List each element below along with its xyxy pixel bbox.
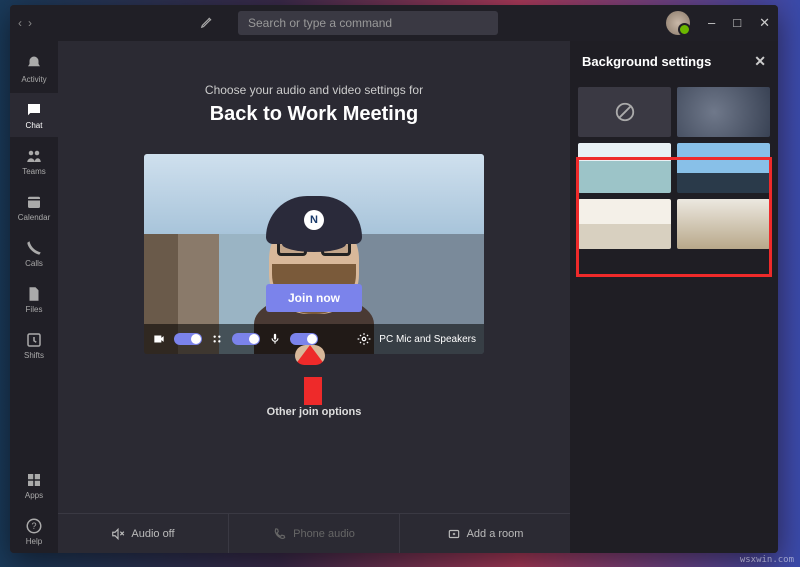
option-label: Phone audio — [293, 528, 355, 540]
mic-toggle[interactable] — [290, 333, 318, 345]
rail-chat[interactable]: Chat — [10, 93, 58, 137]
rail-activity[interactable]: Activity — [10, 47, 58, 91]
rail-label: Chat — [26, 121, 43, 130]
new-message-icon[interactable] — [200, 15, 214, 32]
camera-icon — [152, 332, 166, 346]
rail-calendar[interactable]: Calendar — [10, 185, 58, 229]
bg-option-image-4[interactable] — [677, 199, 770, 249]
profile-avatar[interactable] — [666, 11, 690, 35]
camera-toggle[interactable] — [174, 333, 202, 345]
search-placeholder: Search or type a command — [248, 16, 392, 30]
annotation-arrow — [298, 377, 322, 405]
meeting-title: Back to Work Meeting — [210, 103, 419, 126]
bg-option-image-1[interactable] — [578, 143, 671, 193]
background-grid — [570, 81, 778, 255]
option-audio-off[interactable]: Audio off — [58, 514, 229, 553]
rail-help[interactable]: ? Help — [10, 509, 58, 553]
bg-option-image-3[interactable] — [578, 199, 671, 249]
option-label: Audio off — [131, 528, 174, 540]
option-phone-audio[interactable]: Phone audio — [229, 514, 400, 553]
close-button[interactable]: ✕ — [759, 15, 770, 31]
background-effects-icon — [210, 332, 224, 346]
window-controls: – □ ✕ — [708, 15, 770, 31]
rail-files[interactable]: Files — [10, 277, 58, 321]
bg-option-blur[interactable] — [677, 87, 770, 137]
rail-label: Shifts — [24, 351, 44, 360]
mic-icon — [268, 332, 282, 346]
video-preview: N Join now PC Mic and Speakers — [144, 154, 484, 354]
rail-label: Files — [26, 305, 43, 314]
rail-calls[interactable]: Calls — [10, 231, 58, 275]
nav-arrows: ‹ › — [18, 16, 32, 30]
rail-label: Calendar — [18, 213, 50, 222]
other-options-label: Other join options — [267, 406, 362, 418]
svg-text:?: ? — [31, 521, 36, 531]
background-toggle[interactable] — [232, 333, 260, 345]
device-label[interactable]: PC Mic and Speakers — [379, 334, 476, 345]
option-add-room[interactable]: Add a room — [400, 514, 570, 553]
app-rail: Activity Chat Teams Calendar Calls Files — [10, 41, 58, 553]
panel-header: Background settings ✕ — [570, 41, 778, 81]
other-options-row: Audio off Phone audio Add a room — [58, 513, 570, 553]
rail-label: Teams — [22, 167, 46, 176]
prejoin-main: Choose your audio and video settings for… — [58, 41, 570, 553]
watermark: wsxwin.com — [740, 555, 794, 565]
prejoin-instruction: Choose your audio and video settings for — [205, 83, 423, 97]
rail-apps[interactable]: Apps — [10, 463, 58, 507]
rail-label: Apps — [25, 491, 43, 500]
bg-option-none[interactable] — [578, 87, 671, 137]
panel-close-icon[interactable]: ✕ — [754, 53, 766, 70]
rail-label: Calls — [25, 259, 43, 268]
bg-option-image-2[interactable] — [677, 143, 770, 193]
rail-teams[interactable]: Teams — [10, 139, 58, 183]
join-now-button[interactable]: Join now — [266, 284, 362, 312]
maximize-button[interactable]: □ — [733, 15, 741, 31]
back-button[interactable]: ‹ — [18, 16, 22, 30]
option-label: Add a room — [467, 528, 524, 540]
search-input[interactable]: Search or type a command — [238, 11, 498, 35]
rail-label: Activity — [21, 75, 46, 84]
forward-button[interactable]: › — [28, 16, 32, 30]
panel-title: Background settings — [582, 54, 711, 69]
teams-window: ‹ › Search or type a command – □ ✕ Activ… — [10, 5, 778, 553]
minimize-button[interactable]: – — [708, 15, 715, 31]
rail-label: Help — [26, 537, 42, 546]
rail-shifts[interactable]: Shifts — [10, 323, 58, 367]
background-settings-panel: Background settings ✕ — [570, 41, 778, 553]
gear-icon[interactable] — [357, 332, 371, 346]
title-bar: ‹ › Search or type a command – □ ✕ — [10, 5, 778, 41]
